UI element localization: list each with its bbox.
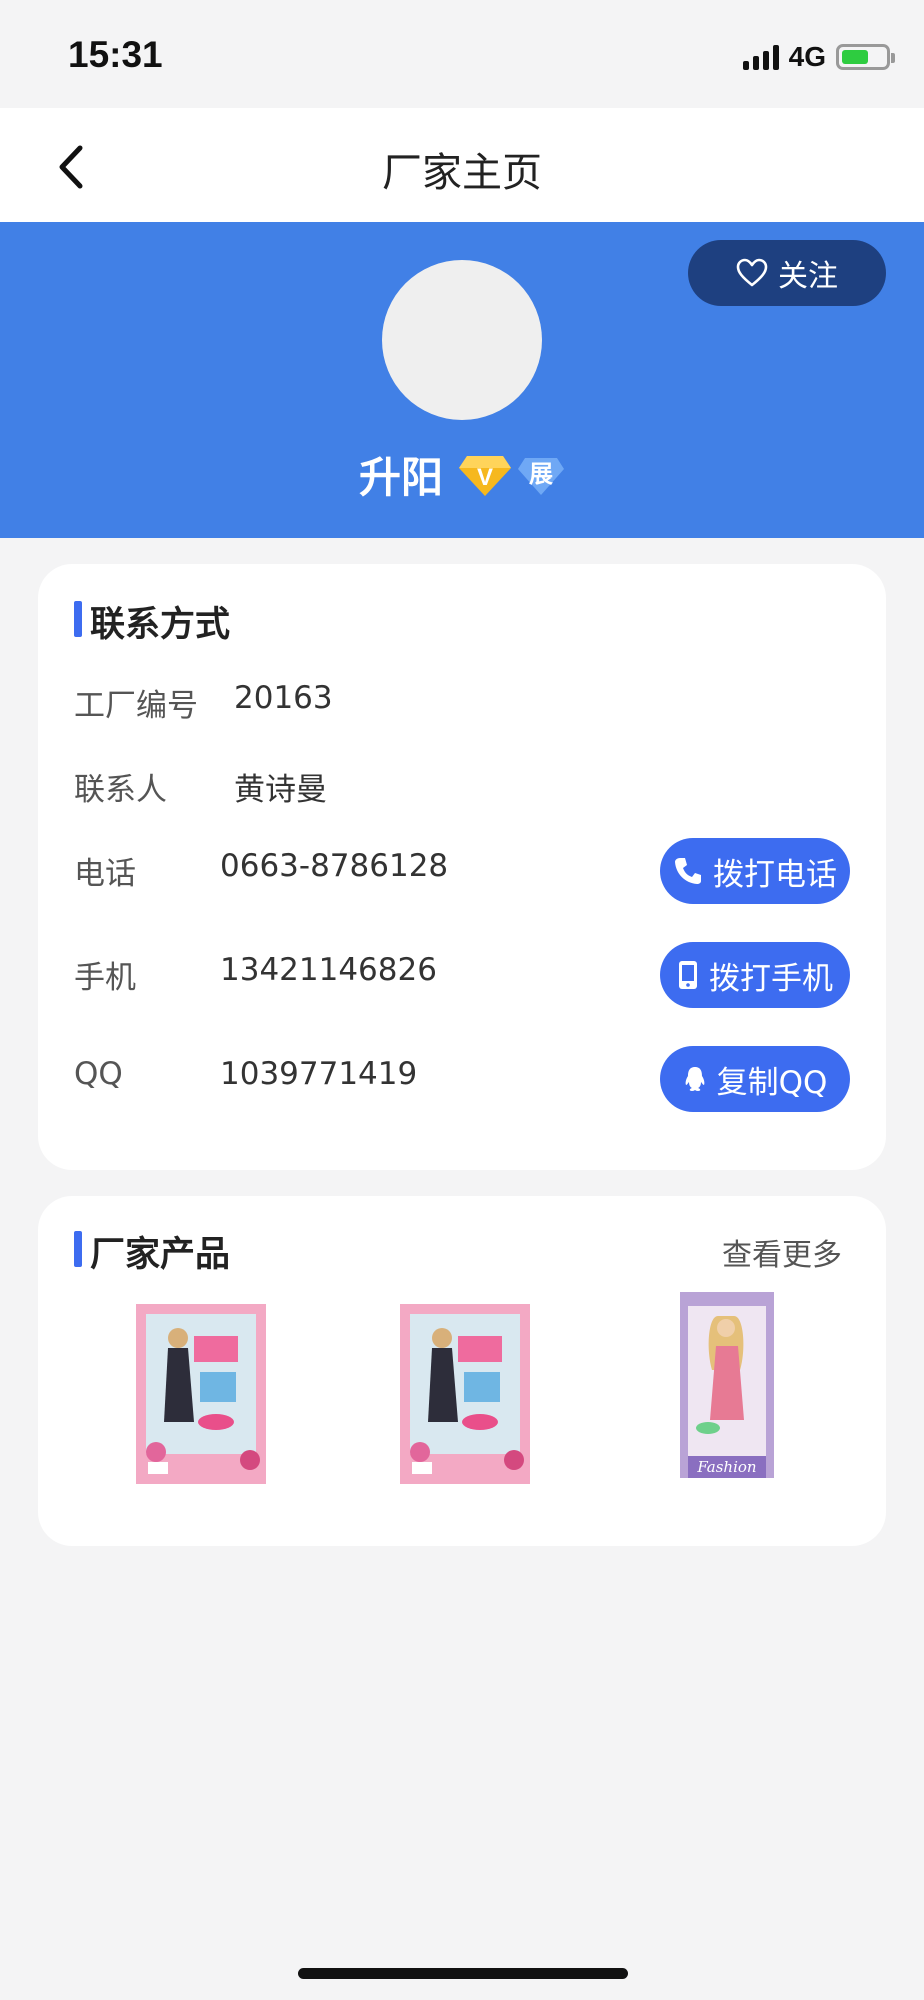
phone-label: 电话 — [74, 856, 136, 892]
view-more-link[interactable]: 查看更多 — [722, 1230, 842, 1274]
contact-person-value: 黄诗曼 — [234, 772, 327, 808]
mobile-label: 手机 — [74, 960, 136, 996]
call-mobile-label: 拨打手机 — [709, 960, 833, 997]
factory-id-label: 工厂编号 — [74, 688, 198, 724]
status-indicators: 4G — [742, 40, 895, 74]
copy-qq-label: 复制QQ — [716, 1064, 828, 1101]
nav-bar: 厂家主页 — [0, 108, 924, 222]
phone-row: 电话 0663-8786128 拨打电话 — [74, 838, 850, 904]
mobile-phone-icon — [679, 961, 697, 989]
avatar — [382, 260, 542, 420]
follow-button[interactable]: 关注 — [688, 240, 886, 306]
vip-diamond-icon: V — [459, 455, 511, 496]
mobile-row: 手机 13421146826 拨打手机 — [74, 942, 850, 1008]
page-title: 厂家主页 — [382, 150, 542, 196]
status-time: 15:31 — [68, 34, 163, 75]
signal-icon — [742, 44, 779, 70]
product-image-2[interactable] — [398, 1302, 532, 1486]
contact-card: 联系方式 工厂编号 20163 联系人 黄诗曼 电话 0663-8786128 … — [38, 564, 886, 1170]
factory-id-row: 工厂编号 20163 — [74, 670, 850, 730]
call-phone-label: 拨打电话 — [713, 856, 837, 893]
mobile-value: 13421146826 — [220, 952, 437, 988]
factory-name-row: 升阳 V 展 — [0, 444, 924, 505]
home-indicator[interactable] — [298, 1968, 628, 1979]
badges: V 展 — [457, 452, 565, 498]
follow-label: 关注 — [778, 259, 838, 294]
factory-banner: 关注 升阳 V 展 — [0, 222, 924, 538]
phone-icon — [675, 858, 701, 884]
battery-icon — [836, 44, 895, 70]
products-card: 厂家产品 查看更多 Fashion — [38, 1196, 886, 1546]
phone-value: 0663-8786128 — [220, 848, 449, 884]
call-phone-button[interactable]: 拨打电话 — [660, 838, 850, 904]
exhibitor-badge-text: 展 — [529, 460, 553, 488]
qq-label: QQ — [74, 1056, 123, 1092]
call-mobile-button[interactable]: 拨打手机 — [660, 942, 850, 1008]
heart-icon — [736, 258, 768, 287]
network-label: 4G — [788, 41, 826, 72]
qq-row: QQ 1039771419 复制QQ — [74, 1046, 850, 1112]
product-image-1[interactable] — [134, 1302, 268, 1486]
product-image-3[interactable]: Fashion — [678, 1290, 776, 1480]
exhibitor-badge-icon: 展 — [518, 457, 564, 495]
product-brand-text: Fashion — [696, 1458, 756, 1476]
status-bar: 15:31 4G — [0, 0, 924, 108]
contact-person-label: 联系人 — [74, 772, 167, 808]
factory-id-value: 20163 — [234, 680, 333, 716]
contact-person-row: 联系人 黄诗曼 — [74, 754, 850, 814]
products-section-title: 厂家产品 — [74, 1226, 230, 1277]
qq-penguin-icon — [685, 1067, 704, 1091]
copy-qq-button[interactable]: 复制QQ — [660, 1046, 850, 1112]
contact-section-title: 联系方式 — [74, 596, 230, 647]
factory-name: 升阳 — [358, 453, 443, 502]
vip-badge-text: V — [477, 464, 493, 491]
qq-value: 1039771419 — [220, 1056, 418, 1092]
